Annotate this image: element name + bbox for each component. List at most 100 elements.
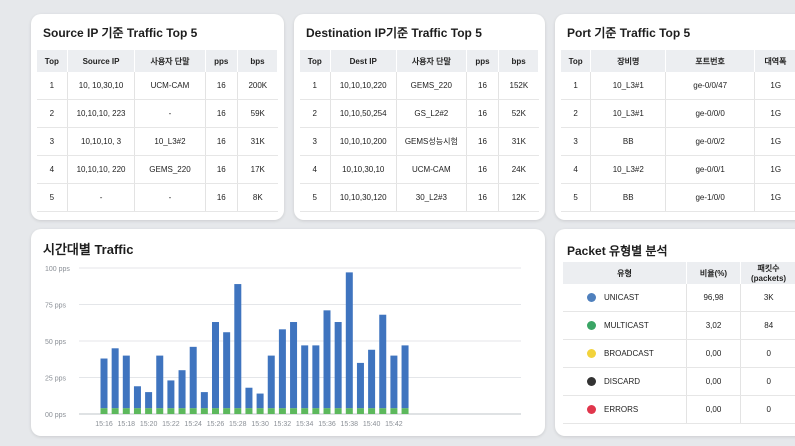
bar-upper-segment — [156, 355, 164, 409]
bar-upper-segment — [301, 345, 309, 409]
bar-upper-segment — [100, 358, 108, 409]
column-header: 유형 — [563, 262, 687, 284]
bar-upper-segment — [390, 355, 398, 409]
bar-upper-segment — [200, 392, 208, 409]
table-cell: 4 — [37, 155, 68, 184]
port-table-header: Top 장비명 포트번호 대역폭 — [561, 50, 795, 72]
bar-upper-segment — [122, 355, 130, 409]
table-cell: 10,10,30,120 — [329, 183, 397, 212]
table-cell: - — [66, 183, 135, 212]
y-tick-label: 100 pps — [45, 266, 70, 273]
x-tick-label: 15:16 — [95, 421, 113, 428]
port-traffic-card: Port 기준 Traffic Top 5 Top 장비명 포트번호 대역폭 1… — [555, 14, 795, 220]
table-cell: 16 — [465, 127, 499, 156]
destination-ip-card-title: Destination IP기준 Traffic Top 5 — [306, 26, 482, 40]
table-row: 4 10,10,30,10 UCM-CAM 16 24K — [300, 155, 539, 184]
bar-base-segment — [111, 408, 119, 414]
packet-ratio-cell: 0,00 — [686, 339, 741, 368]
bar-base-segment — [290, 408, 298, 414]
bar-upper-segment — [234, 284, 242, 409]
bar-upper-segment — [256, 393, 264, 409]
bar-upper-segment — [312, 345, 320, 409]
table-row: 3 10,10,10,200 GEMS성능시험 16 31K — [300, 127, 539, 156]
y-tick-label: 50 pps — [45, 339, 67, 346]
source-ip-table: Top Source IP 사용자 단말 pps bps 1 10, 10,30,… — [37, 50, 278, 212]
table-row: 5 BB ge-1/0/0 1G — [561, 183, 795, 212]
bar-upper-segment — [167, 380, 175, 409]
table-cell: 16 — [465, 155, 499, 184]
table-cell: 10_L3#2 — [134, 127, 205, 156]
bar-upper-segment — [133, 386, 141, 409]
table-cell: 5 — [561, 183, 591, 212]
bar-base-segment — [156, 408, 164, 414]
column-header: 장비명 — [590, 50, 667, 72]
bar-upper-segment — [323, 310, 331, 409]
table-cell: 10,10,10,200 — [329, 127, 397, 156]
source-ip-traffic-card: Source IP 기준 Traffic Top 5 Top Source IP… — [31, 14, 284, 220]
bar-base-segment — [256, 408, 264, 414]
port-table: Top 장비명 포트번호 대역폭 1 10_L3#1 ge-0/0/47 1G 2 10_… — [561, 50, 795, 212]
table-row: UNICAST 96,98 3K — [563, 284, 795, 312]
column-header: bps — [237, 50, 278, 72]
x-tick-label: 15:28 — [229, 421, 247, 428]
packet-count-cell: 0 — [740, 339, 795, 368]
bar-upper-segment — [356, 362, 364, 409]
bar-upper-segment — [189, 346, 197, 409]
table-row: 1 10,10,10,220 GEMS_220 16 152K — [300, 72, 539, 100]
table-cell: 16 — [204, 72, 238, 100]
table-cell: ge-1/0/0 — [665, 183, 755, 212]
table-cell: 152K — [498, 72, 539, 100]
bar-base-segment — [122, 408, 130, 414]
packet-type-label: BROADCAST — [604, 348, 654, 358]
hourly-traffic-chart: 00 pps 25 pps 50 pps 75 pps 100 pps 15:16 15:1… — [45, 266, 521, 428]
column-header: 패킷수(packets) — [740, 262, 795, 284]
bar-base-segment — [189, 408, 197, 414]
table-cell: 10,10,10, 223 — [66, 99, 135, 128]
table-cell: UCM-CAM — [134, 72, 205, 100]
destination-ip-table: Top Dest IP 사용자 단말 pps bps 1 10,10,10,220… — [300, 50, 539, 212]
bar-base-segment — [267, 408, 275, 414]
bar-base-segment — [167, 408, 175, 414]
column-header: Dest IP — [329, 50, 397, 72]
bar-base-segment — [390, 408, 398, 414]
packet-ratio-cell: 0,00 — [686, 395, 741, 424]
bar-upper-segment — [379, 314, 387, 409]
bar-base-segment — [234, 408, 242, 414]
table-cell: - — [134, 99, 205, 128]
table-cell: 17K — [237, 155, 278, 184]
legend-dot-icon — [587, 293, 596, 303]
table-row: BROADCAST 0,00 0 — [563, 339, 795, 368]
x-tick-label: 15:40 — [363, 421, 381, 428]
column-header: 사용자 단말 — [134, 50, 206, 72]
table-cell: GEMS_220 — [395, 72, 467, 100]
table-row: 2 10,10,10, 223-16 59K — [37, 99, 278, 128]
packet-count-cell: 84 — [740, 311, 795, 340]
table-cell: 52K — [498, 99, 539, 128]
table-cell: 16 — [204, 183, 238, 212]
table-cell: ge-0/0/47 — [665, 72, 755, 100]
table-cell: 24K — [498, 155, 539, 184]
source-ip-table-header: Top Source IP 사용자 단말 pps bps — [37, 50, 278, 72]
bar-upper-segment — [368, 349, 376, 409]
table-cell: 10_L3#2 — [590, 155, 666, 184]
table-cell: 3 — [300, 127, 331, 156]
packet-ratio-cell: 3,02 — [686, 311, 741, 340]
bar-base-segment — [345, 408, 353, 414]
packet-type-analysis-card: Packet 유형별 분석 유형 비율(%) 패킷수(packets) UNIC… — [555, 229, 795, 436]
table-row: 4 10_L3#2 ge-0/0/1 1G — [561, 155, 795, 184]
column-header: 대역폭 — [753, 50, 795, 72]
table-cell: 1 — [37, 72, 68, 100]
table-cell: ge-0/0/0 — [665, 99, 755, 128]
bar-upper-segment — [245, 387, 253, 409]
hourly-traffic-chart-card: 시간대별 Traffic 00 pps 25 pps 50 pps 75 pps 100… — [31, 229, 545, 436]
bar-upper-segment — [290, 322, 298, 409]
table-row: ERRORS 0,00 0 — [563, 395, 795, 424]
x-tick-label: 15:30 — [251, 421, 269, 428]
column-header: Top — [37, 50, 68, 72]
legend-dot-icon — [587, 321, 596, 331]
x-tick-label: 15:18 — [118, 421, 136, 428]
table-cell: 12K — [498, 183, 539, 212]
table-cell: 16 — [204, 99, 238, 128]
table-cell: 1 — [561, 72, 591, 100]
table-cell: 1G — [753, 99, 795, 128]
